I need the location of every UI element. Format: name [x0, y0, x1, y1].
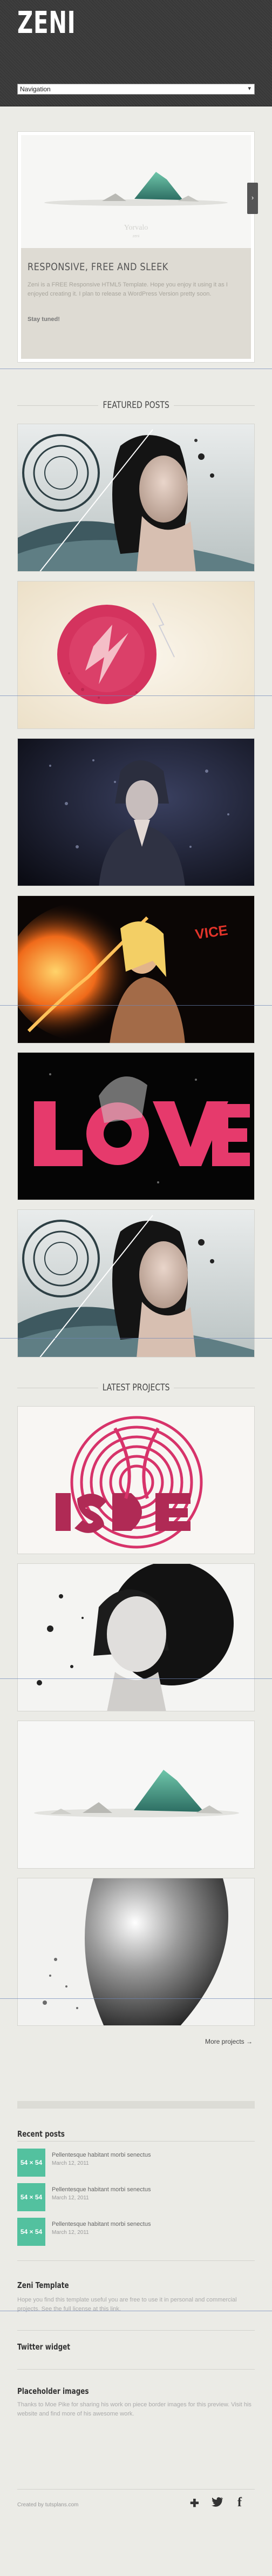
featured-slider: Yorvalo zeni RESPONSIVE, FREE AND SLEEK …	[17, 131, 255, 363]
post-title[interactable]: Pellentesque habitant morbi senectus	[52, 2221, 151, 2227]
latest-projects-heading: LATEST PROJECTS	[17, 1382, 255, 1393]
slide-link[interactable]: Stay tuned!	[28, 316, 60, 323]
project-image[interactable]	[17, 1406, 255, 1554]
placeholder-images-text: Thanks to Moe Pike for sharing his work …	[17, 2401, 251, 2417]
featured-post-image[interactable]	[17, 1052, 255, 1200]
slide-title: RESPONSIVE, FREE AND SLEEK	[28, 261, 168, 273]
heading-rule	[174, 405, 255, 406]
slide-image-caption-sub: zeni	[133, 235, 140, 238]
featured-post-image[interactable]	[17, 738, 255, 886]
recent-post-item[interactable]: 54 × 54 Pellentesque habitant morbi sene…	[17, 2183, 255, 2211]
post-title[interactable]: Pellentesque habitant morbi senectus	[52, 2186, 151, 2193]
latest-projects-title: LATEST PROJECTS	[102, 1382, 170, 1393]
featured-posts-heading: FEATURED POSTS	[17, 400, 255, 411]
featured-post-image[interactable]	[17, 424, 255, 572]
slide-caption: RESPONSIVE, FREE AND SLEEK Zeni is a FRE…	[21, 248, 251, 359]
slide-image-caption: Yorvalo	[124, 224, 148, 232]
heading-rule	[17, 405, 98, 406]
post-title[interactable]: Pellentesque habitant morbi senectus	[52, 2152, 151, 2158]
featured-posts-title: FEATURED POSTS	[103, 400, 169, 411]
slider-next-button[interactable]: ›	[247, 183, 258, 214]
post-thumbnail[interactable]: 54 × 54	[17, 2149, 45, 2177]
twitter-icon[interactable]	[212, 2497, 223, 2511]
site-logo[interactable]: ZENI	[17, 5, 76, 41]
recent-post-item[interactable]: 54 × 54 Pellentesque habitant morbi sene…	[17, 2218, 255, 2246]
chevron-right-icon: ›	[251, 193, 254, 202]
project-image[interactable]	[17, 1878, 255, 2026]
google-plus-icon[interactable]: ✚	[190, 2497, 199, 2510]
divider	[0, 1998, 272, 1999]
post-thumbnail[interactable]: 54 × 54	[17, 2183, 45, 2211]
divider	[0, 695, 272, 696]
zeni-template-title: Zeni Template	[17, 2280, 69, 2290]
more-projects-link[interactable]: More projects →	[205, 2038, 253, 2045]
placeholder-images-title: Placeholder images	[17, 2386, 89, 2396]
site-header: ZENI Navigation ▾	[0, 0, 272, 106]
divider	[17, 2330, 255, 2331]
divider	[17, 2489, 255, 2490]
divider	[0, 1338, 272, 1339]
featured-post-image[interactable]	[17, 581, 255, 729]
navigation-select[interactable]: Navigation ▾	[17, 84, 255, 95]
divider	[17, 2369, 255, 2370]
post-thumbnail[interactable]: 54 × 54	[17, 2218, 45, 2246]
navigation-select-value: Navigation	[20, 85, 51, 93]
footer-credits[interactable]: Created by tutsplans.com	[17, 2502, 78, 2508]
chevron-down-icon: ▾	[248, 85, 251, 92]
project-image[interactable]	[17, 1721, 255, 1869]
project-image[interactable]	[17, 1563, 255, 1711]
slide-image[interactable]: Yorvalo zeni	[21, 135, 251, 248]
divider	[17, 2260, 255, 2261]
divider	[0, 1678, 272, 1679]
section-divider	[17, 2101, 255, 2109]
post-date: March 12, 2011	[52, 2195, 89, 2201]
twitter-widget-title: Twitter widget	[17, 2342, 71, 2352]
featured-post-image[interactable]: VICE	[17, 895, 255, 1043]
post-date: March 12, 2011	[52, 2230, 89, 2236]
post-date: March 12, 2011	[52, 2160, 89, 2166]
divider	[17, 2141, 255, 2142]
recent-post-item[interactable]: 54 × 54 Pellentesque habitant morbi sene…	[17, 2149, 255, 2177]
slide-description: Zeni is a FREE Responsive HTML5 Template…	[28, 282, 228, 297]
divider	[0, 1005, 272, 1006]
facebook-icon[interactable]: f	[237, 2495, 242, 2510]
featured-post-image[interactable]	[17, 1209, 255, 1357]
recent-posts-title: Recent posts	[17, 2129, 65, 2139]
